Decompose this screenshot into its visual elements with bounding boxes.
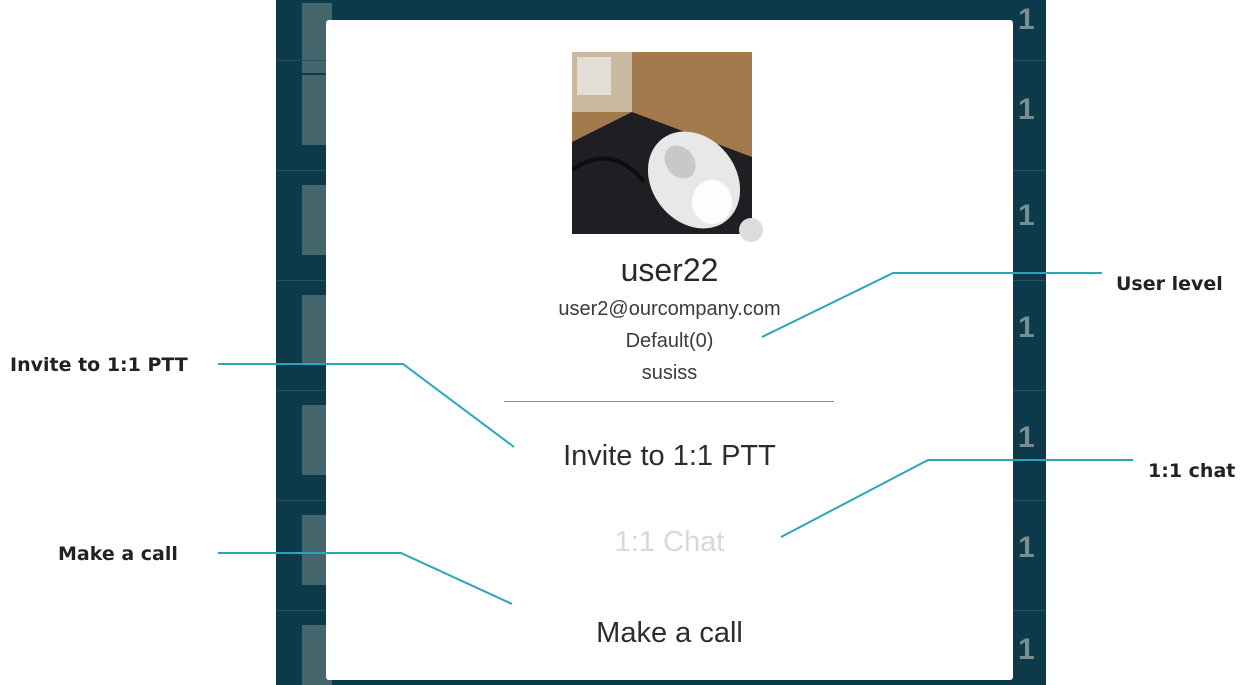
callout-chat: 1:1 chat [1148,460,1236,482]
callout-lines [218,272,1133,605]
callout-user-level: User level [1116,273,1223,295]
callout-line-call [218,552,513,605]
callout-line-invite [218,363,515,448]
callout-invite: Invite to 1:1 PTT [10,354,188,376]
callout-line-chat [780,459,1133,538]
callout-call: Make a call [58,543,178,565]
callout-line-user-level [761,272,1102,338]
